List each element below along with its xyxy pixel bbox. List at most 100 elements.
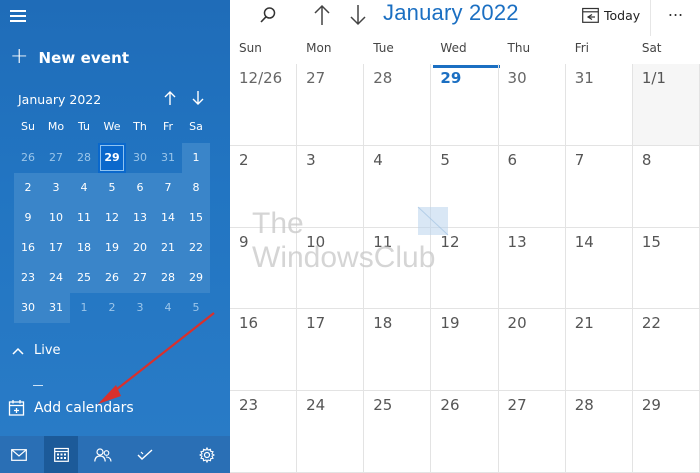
day-cell[interactable]: 6 <box>498 145 566 228</box>
day-number: 3 <box>306 150 316 169</box>
mini-calendar-day[interactable]: 27 <box>42 143 70 173</box>
day-cell[interactable]: 17 <box>297 309 365 392</box>
mini-calendar-day[interactable]: 17 <box>42 233 70 263</box>
mini-calendar-day-today[interactable]: 29 <box>98 143 126 173</box>
add-calendars-button[interactable]: Add calendars <box>8 399 134 417</box>
mini-calendar-day[interactable]: 11 <box>70 203 98 233</box>
calendar-icon[interactable] <box>44 436 78 473</box>
day-cell[interactable]: 15 <box>632 227 700 310</box>
mini-calendar-day[interactable]: 28 <box>70 143 98 173</box>
mini-calendar-day[interactable]: 25 <box>70 263 98 293</box>
mini-calendar-day[interactable]: 5 <box>182 293 210 323</box>
day-cell[interactable]: 29 <box>632 391 700 473</box>
day-cell[interactable]: 16 <box>230 309 298 392</box>
day-cell[interactable]: 30 <box>498 64 566 146</box>
day-cell[interactable]: 19 <box>431 309 499 392</box>
day-cell[interactable]: 3 <box>297 145 365 228</box>
day-cell[interactable]: 14 <box>565 227 633 310</box>
mini-calendar-day[interactable]: 12 <box>98 203 126 233</box>
mini-calendar-day[interactable]: 3 <box>126 293 154 323</box>
day-cell[interactable]: 13 <box>498 227 566 310</box>
mini-calendar-day[interactable]: 15 <box>182 203 210 233</box>
mini-calendar-day[interactable]: 9 <box>14 203 42 233</box>
mini-calendar-day[interactable]: 20 <box>126 233 154 263</box>
mini-calendar-day[interactable]: 19 <box>98 233 126 263</box>
more-options-button[interactable]: ... <box>651 0 700 36</box>
mini-calendar-day[interactable]: 30 <box>126 143 154 173</box>
mini-calendar-day[interactable]: 7 <box>154 173 182 203</box>
day-cell[interactable]: 9 <box>230 227 298 310</box>
mini-calendar-day[interactable]: 3 <box>42 173 70 203</box>
mini-calendar-day[interactable]: 24 <box>42 263 70 293</box>
mini-calendar-day[interactable]: 13 <box>126 203 154 233</box>
mini-calendar-day[interactable]: 2 <box>14 173 42 203</box>
mini-calendar-day[interactable]: 31 <box>42 293 70 323</box>
day-cell[interactable]: 8 <box>632 145 700 228</box>
mini-calendar-day[interactable]: 1 <box>182 143 210 173</box>
day-cell[interactable]: 18 <box>364 309 432 392</box>
mini-calendar-day[interactable]: 14 <box>154 203 182 233</box>
day-cell[interactable]: 28 <box>565 391 633 473</box>
day-cell[interactable]: 12 <box>431 227 499 310</box>
mini-calendar-day[interactable]: 23 <box>14 263 42 293</box>
mail-icon[interactable] <box>2 436 36 473</box>
mini-calendar-day[interactable]: 29 <box>182 263 210 293</box>
hamburger-menu-icon[interactable] <box>10 7 28 23</box>
day-cell[interactable]: 21 <box>565 309 633 392</box>
mini-calendar-day[interactable]: 27 <box>126 263 154 293</box>
day-cell[interactable]: 1/1 <box>632 64 700 146</box>
day-cell[interactable]: 23 <box>230 391 298 473</box>
day-cell[interactable]: 31 <box>565 64 633 146</box>
day-cell[interactable]: 11 <box>364 227 432 310</box>
day-cell[interactable]: 2 <box>230 145 298 228</box>
day-cell[interactable]: 27 <box>498 391 566 473</box>
mini-calendar-next-icon[interactable] <box>189 90 207 110</box>
next-month-icon[interactable] <box>346 0 370 30</box>
day-cell[interactable]: 10 <box>297 227 365 310</box>
previous-month-icon[interactable] <box>310 0 334 30</box>
mini-calendar-day[interactable]: 16 <box>14 233 42 263</box>
mini-calendar-day[interactable]: 4 <box>154 293 182 323</box>
people-icon[interactable] <box>86 436 120 473</box>
day-cell[interactable]: 27 <box>297 64 365 146</box>
month-title[interactable]: January 2022 <box>383 0 519 26</box>
mini-calendar-day[interactable]: 8 <box>182 173 210 203</box>
new-event-button[interactable]: + New event <box>10 44 129 72</box>
day-cell[interactable]: 28 <box>364 64 432 146</box>
mini-calendar-day[interactable]: 31 <box>154 143 182 173</box>
mini-calendar-day[interactable]: 10 <box>42 203 70 233</box>
mini-weekday-label: Su <box>21 120 35 133</box>
day-number: 27 <box>306 69 326 87</box>
day-cell[interactable]: 25 <box>364 391 432 473</box>
mini-calendar-day[interactable]: 30 <box>14 293 42 323</box>
mini-calendar-day[interactable]: 6 <box>126 173 154 203</box>
day-number: 7 <box>574 150 585 169</box>
mini-calendar-day[interactable]: 4 <box>70 173 98 203</box>
day-cell-today[interactable]: 29 <box>431 64 499 146</box>
day-number: 8 <box>641 150 652 169</box>
day-cell[interactable]: 20 <box>498 309 566 392</box>
mini-calendar-day[interactable]: 22 <box>182 233 210 263</box>
mini-calendar-day[interactable]: 28 <box>154 263 182 293</box>
day-cell[interactable]: 5 <box>431 145 499 228</box>
mini-calendar-day[interactable]: 1 <box>70 293 98 323</box>
day-cell[interactable]: 24 <box>297 391 365 473</box>
live-calendars-toggle[interactable]: Live <box>12 343 61 358</box>
mini-calendar-day[interactable]: 2 <box>98 293 126 323</box>
mini-calendar-day[interactable]: 26 <box>98 263 126 293</box>
search-icon[interactable] <box>254 0 282 30</box>
mini-calendar-previous-icon[interactable] <box>161 90 179 110</box>
mini-calendar-day[interactable]: 5 <box>98 173 126 203</box>
day-cell[interactable]: 26 <box>431 391 499 473</box>
today-button[interactable]: Today <box>582 4 640 26</box>
mini-calendar-day[interactable]: 26 <box>14 143 42 173</box>
mini-calendar-day[interactable]: 18 <box>70 233 98 263</box>
day-cell[interactable]: 12/26 <box>230 64 298 146</box>
day-cell[interactable]: 4 <box>364 145 432 228</box>
day-cell[interactable]: 22 <box>632 309 700 392</box>
day-cell[interactable]: 7 <box>565 145 633 228</box>
app-switcher-bar <box>0 436 230 473</box>
todo-icon[interactable] <box>128 436 162 473</box>
mini-calendar-day[interactable]: 21 <box>154 233 182 263</box>
settings-icon[interactable] <box>190 436 224 473</box>
